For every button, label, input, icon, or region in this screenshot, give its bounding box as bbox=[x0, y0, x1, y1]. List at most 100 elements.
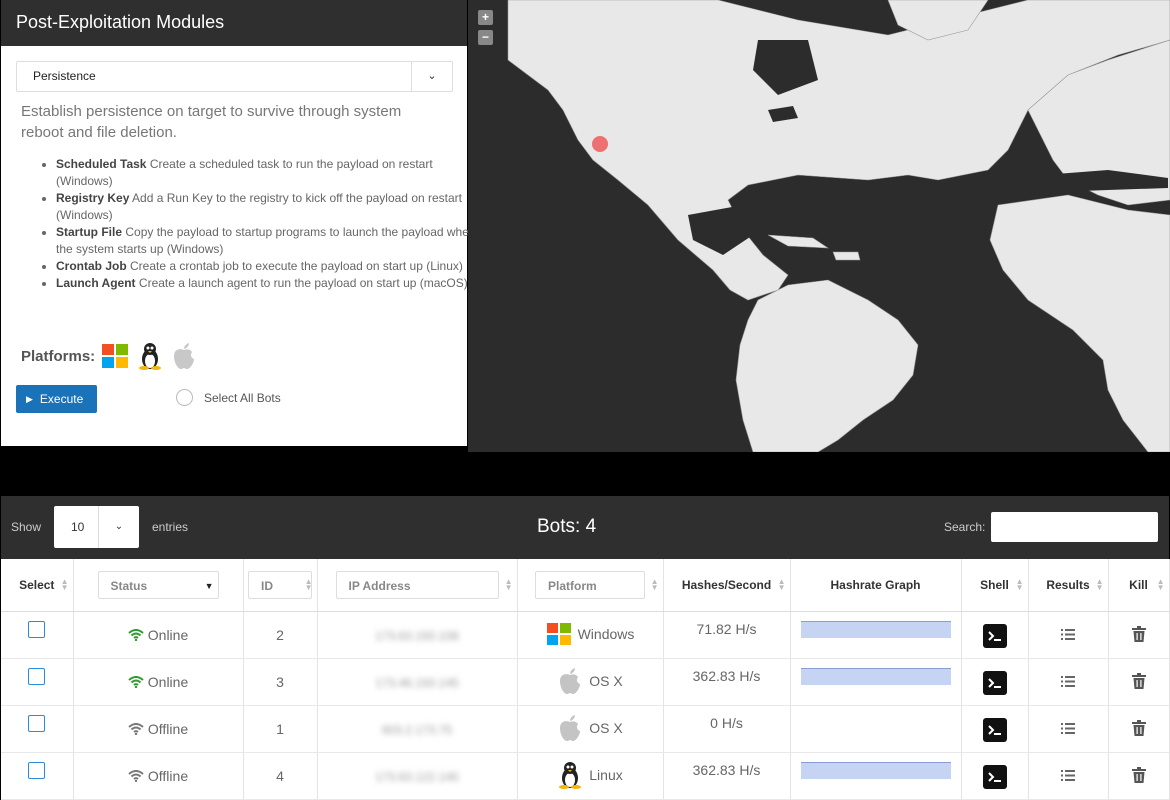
row-checkbox[interactable] bbox=[28, 762, 46, 779]
cell-select bbox=[1, 658, 74, 706]
module-select[interactable]: Persistence ⌄ bbox=[16, 61, 453, 92]
play-icon: ▶ bbox=[26, 393, 33, 404]
results-button[interactable] bbox=[1061, 768, 1075, 784]
map-canvas[interactable] bbox=[468, 0, 1170, 452]
zoom-out-button[interactable]: − bbox=[478, 30, 493, 45]
table-toolbar: Show 10 ⌄ entries Bots: 4 Search: bbox=[1, 496, 1169, 559]
post-exploitation-panel: Post-Exploitation Modules Persistence ⌄ … bbox=[1, 0, 476, 446]
sort-icon[interactable]: ▲ ▼ bbox=[305, 578, 313, 592]
south-america-landmass bbox=[735, 279, 919, 452]
col-results[interactable]: Results ▲ ▼ bbox=[1028, 559, 1109, 612]
col-kill[interactable]: Kill ▲ ▼ bbox=[1108, 559, 1170, 612]
chevron-down-icon[interactable]: ⌄ bbox=[98, 506, 139, 548]
entries-select[interactable]: 10 ⌄ bbox=[54, 506, 139, 548]
trash-icon bbox=[1131, 672, 1146, 689]
cell-graph bbox=[790, 658, 962, 706]
col-status[interactable]: Status ▼ bbox=[73, 559, 244, 612]
cell-shell bbox=[961, 752, 1029, 800]
zoom-in-button[interactable]: + bbox=[478, 10, 493, 25]
windows-icon bbox=[546, 622, 571, 645]
list-icon bbox=[1061, 723, 1075, 734]
shell-button[interactable] bbox=[982, 764, 1007, 790]
table-row: Online 3 173.46.150.145 OS X 362.83 H/s bbox=[1, 658, 1170, 706]
results-button[interactable] bbox=[1061, 674, 1075, 690]
status-text: Offline bbox=[147, 720, 189, 737]
status-filter-label: Status bbox=[110, 579, 148, 593]
col-id[interactable]: ID ▲ ▼ bbox=[243, 559, 318, 612]
kill-button[interactable] bbox=[1131, 719, 1146, 739]
option-text: Create a launch agent to run the payload… bbox=[138, 276, 468, 290]
bot-id: 1 bbox=[276, 721, 284, 737]
sort-icon[interactable]: ▲ ▼ bbox=[651, 578, 659, 592]
platform-filter[interactable]: Platform bbox=[535, 571, 645, 599]
sort-icon[interactable]: ▲ ▼ bbox=[1157, 578, 1165, 592]
col-platform[interactable]: Platform ▲ ▼ bbox=[517, 559, 664, 612]
platform-indicator: Linux bbox=[557, 761, 623, 789]
chevron-down-icon[interactable]: ⌄ bbox=[411, 62, 452, 91]
status-text: Online bbox=[147, 626, 189, 643]
linux-icon bbox=[139, 343, 162, 370]
platform-text: Linux bbox=[589, 766, 623, 783]
africa-landmass bbox=[989, 194, 1170, 452]
row-checkbox[interactable] bbox=[28, 621, 46, 638]
sort-icon[interactable]: ▲ ▼ bbox=[1016, 578, 1024, 592]
sort-icon[interactable]: ▲ ▼ bbox=[505, 578, 513, 592]
kill-button[interactable] bbox=[1131, 625, 1146, 645]
wifi-icon bbox=[128, 628, 144, 641]
col-select[interactable]: Select ▲ ▼ bbox=[1, 559, 74, 612]
option-text: Create a crontab job to execute the payl… bbox=[130, 259, 463, 273]
select-all-radio[interactable] bbox=[176, 389, 193, 406]
ip-filter[interactable]: IP Address bbox=[335, 571, 499, 599]
bot-location-marker[interactable] bbox=[592, 136, 608, 152]
apple-icon bbox=[174, 343, 195, 369]
hispaniola-island bbox=[832, 251, 861, 261]
list-item: Crontab Job Create a crontab job to exec… bbox=[56, 258, 486, 275]
cell-select bbox=[1, 752, 74, 800]
cell-select bbox=[1, 611, 74, 659]
cell-kill bbox=[1108, 658, 1170, 706]
ip-address: 173.63.150.108 bbox=[375, 629, 459, 643]
col-results-label: Results bbox=[1046, 578, 1090, 592]
search-input[interactable] bbox=[991, 512, 1158, 542]
cell-hashrate: 362.83 H/s bbox=[663, 752, 791, 800]
cell-results bbox=[1028, 705, 1109, 753]
cell-id: 1 bbox=[243, 705, 318, 753]
world-map[interactable]: + − bbox=[468, 0, 1170, 452]
bots-table: Select ▲ ▼ Status ▼ ID ▲ ▼ IP Address ▲ ▼ Platf… bbox=[1, 559, 1170, 800]
sort-icon[interactable]: ▲ ▼ bbox=[1096, 578, 1104, 592]
col-hashes[interactable]: Hashes/Second ▲ ▼ bbox=[663, 559, 791, 612]
row-checkbox[interactable] bbox=[28, 715, 46, 732]
kill-button[interactable] bbox=[1131, 766, 1146, 786]
windows-icon bbox=[102, 344, 129, 368]
select-all-bots[interactable]: Select All Bots bbox=[176, 389, 281, 406]
col-ip[interactable]: IP Address ▲ ▼ bbox=[317, 559, 518, 612]
results-button[interactable] bbox=[1061, 627, 1075, 643]
sort-icon[interactable]: ▲ ▼ bbox=[778, 578, 786, 592]
cell-platform: Linux bbox=[517, 752, 664, 800]
status-filter[interactable]: Status ▼ bbox=[97, 571, 219, 599]
id-filter[interactable]: ID bbox=[248, 571, 312, 599]
caret-down-icon: ▼ bbox=[204, 581, 214, 591]
execute-button[interactable]: ▶ Execute bbox=[16, 385, 97, 413]
hashrate-value: 362.83 H/s bbox=[692, 762, 761, 778]
list-icon bbox=[1061, 770, 1075, 781]
sort-icon[interactable]: ▲ ▼ bbox=[61, 578, 69, 592]
results-button[interactable] bbox=[1061, 721, 1075, 737]
row-checkbox[interactable] bbox=[28, 668, 46, 685]
terminal-icon bbox=[982, 764, 1007, 789]
list-icon bbox=[1061, 676, 1075, 687]
wifi-icon bbox=[128, 722, 144, 735]
shell-button[interactable] bbox=[982, 623, 1007, 649]
cell-ip: 173.63.150.108 bbox=[317, 611, 518, 659]
trash-icon bbox=[1131, 766, 1146, 783]
shell-button[interactable] bbox=[982, 670, 1007, 696]
list-item: Startup File Copy the payload to startup… bbox=[56, 224, 486, 258]
col-shell[interactable]: Shell ▲ ▼ bbox=[961, 559, 1029, 612]
ip-address: 603.2.173.75 bbox=[381, 723, 453, 737]
bots-table-panel: Show 10 ⌄ entries Bots: 4 Search: Select… bbox=[1, 496, 1170, 800]
kill-button[interactable] bbox=[1131, 672, 1146, 692]
module-select-value: Persistence bbox=[33, 69, 96, 83]
table-row: Online 2 173.63.150.108 Windows 71.82 H/… bbox=[1, 611, 1170, 659]
option-name: Scheduled Task bbox=[56, 157, 147, 171]
shell-button[interactable] bbox=[982, 717, 1007, 743]
